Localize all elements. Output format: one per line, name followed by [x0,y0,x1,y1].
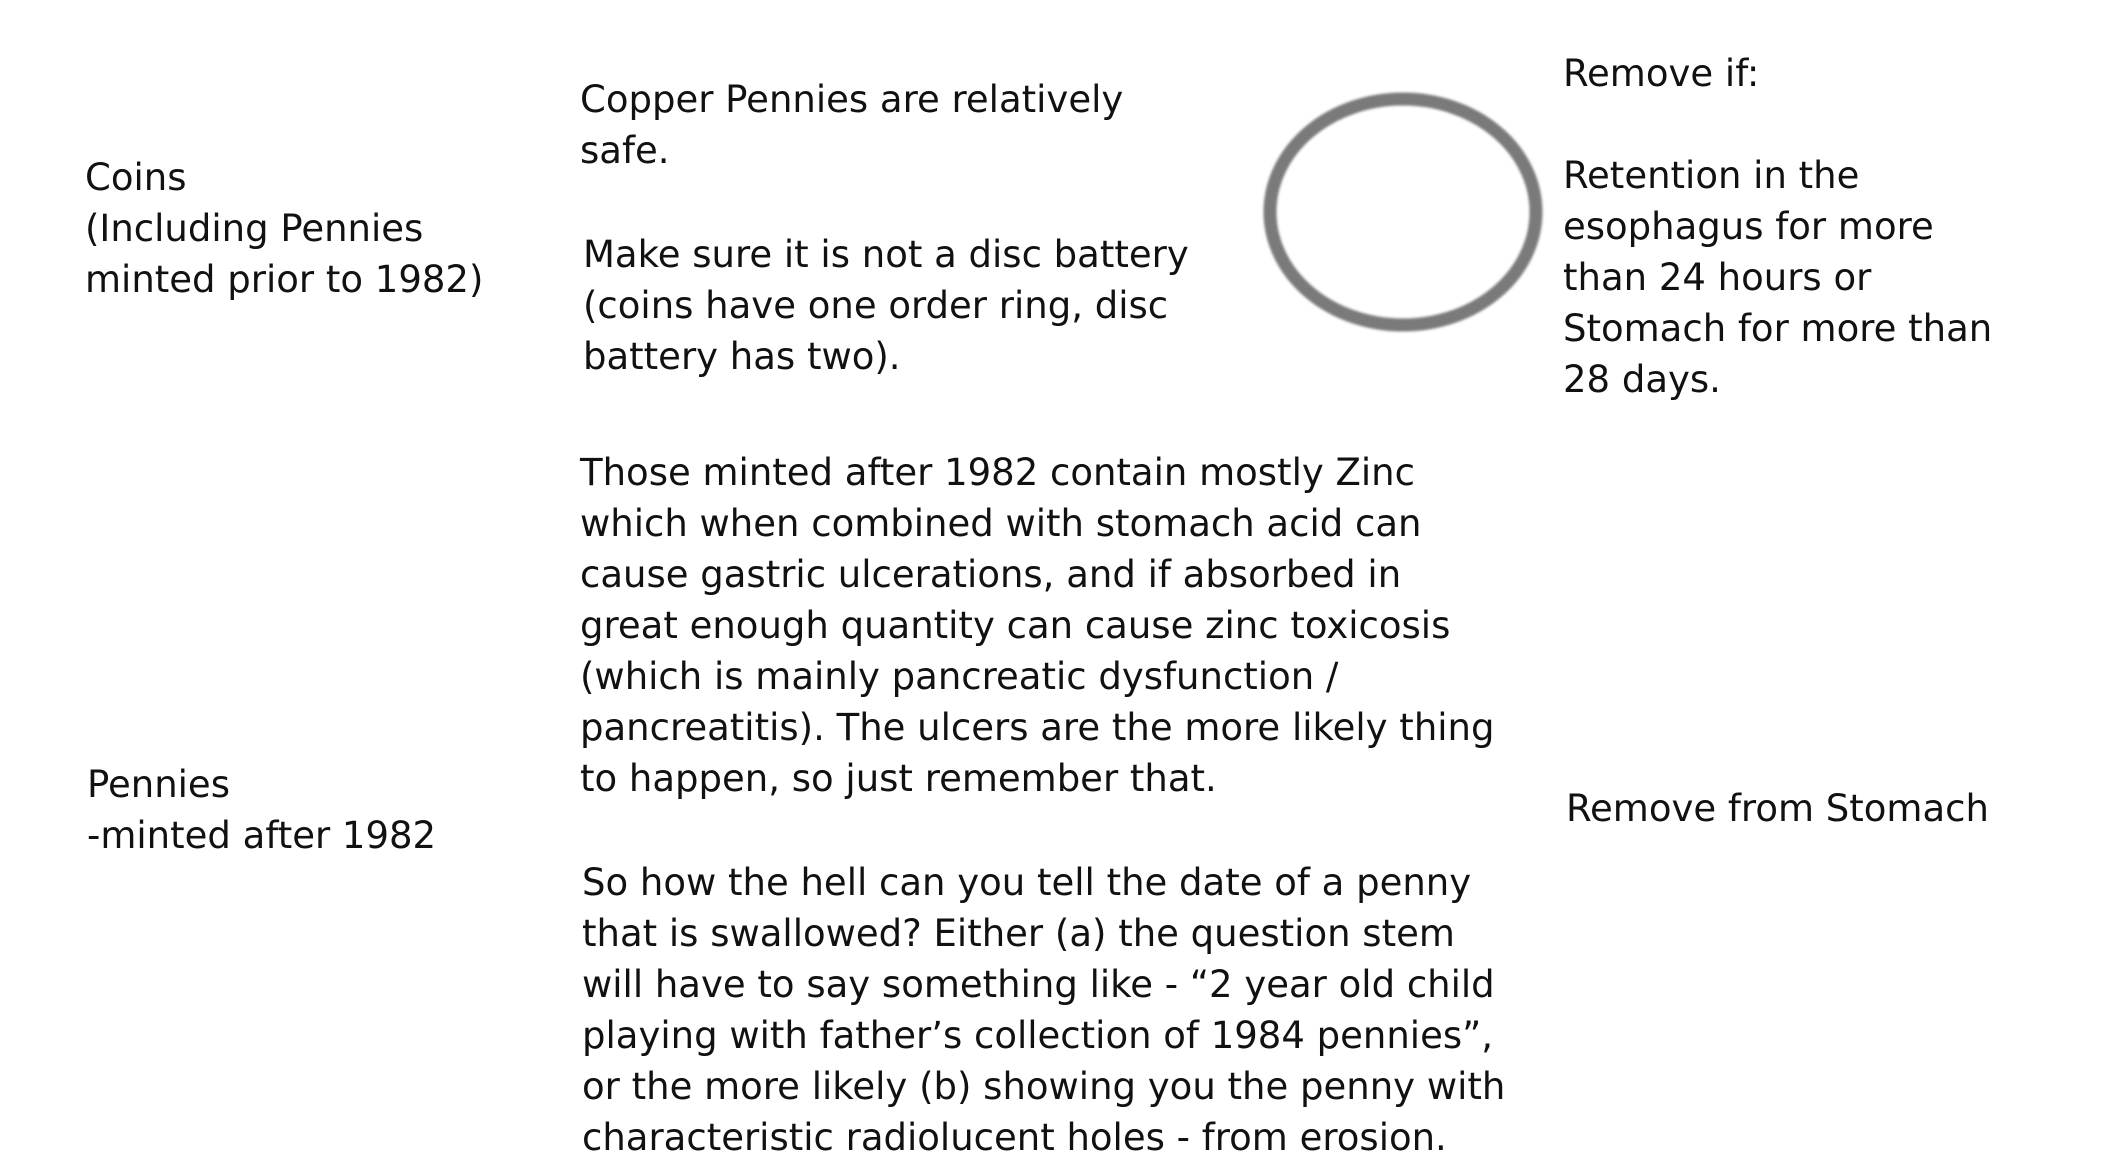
pennies-note-zinc: Those minted after 1982 contain mostly Z… [580,451,1495,800]
coins-removal-criteria: Remove if: Retention in the esophagus fo… [1563,52,1993,401]
coins-note-copper: Copper Pennies are relatively safe. [580,78,1124,172]
coins-note-disc-battery: Make sure it is not a disc battery (coin… [583,233,1189,378]
row-label-coins: Coins (Including Pennies minted prior to… [85,156,484,301]
coin-ring-icon [1263,92,1543,332]
document-page: Coins (Including Pennies minted prior to… [0,0,2124,1168]
pennies-removal: Remove from Stomach [1566,787,1989,830]
row-label-pennies: Pennies -minted after 1982 [87,763,437,857]
pennies-note-date: So how the hell can you tell the date of… [582,861,1506,1159]
